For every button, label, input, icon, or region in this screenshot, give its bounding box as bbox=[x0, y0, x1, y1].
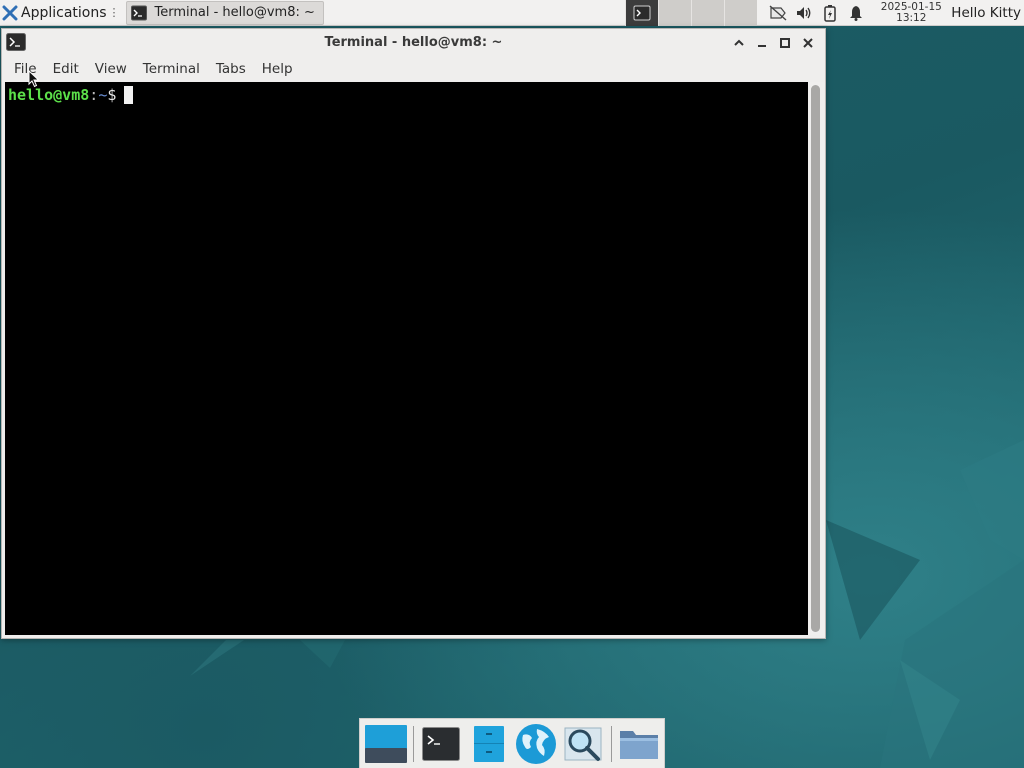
terminal-output-area[interactable]: hello@vm8:~$ bbox=[5, 82, 808, 635]
window-menubar: File Edit View Terminal Tabs Help bbox=[2, 56, 825, 82]
clock-date: 2025-01-15 bbox=[880, 0, 942, 13]
file-manager-icon bbox=[473, 725, 504, 762]
workspace-2-button[interactable] bbox=[658, 0, 692, 26]
workspace-4-button[interactable] bbox=[724, 0, 758, 26]
chevron-up-icon bbox=[733, 39, 744, 46]
shade-button[interactable] bbox=[727, 34, 750, 52]
taskbar-window-button[interactable]: Terminal - hello@vm8: ~ bbox=[125, 0, 324, 25]
dock-folder[interactable] bbox=[616, 721, 662, 767]
clock[interactable]: 2025-01-15 13:12 bbox=[879, 0, 943, 24]
web-browser-icon bbox=[516, 723, 557, 764]
terminal-icon bbox=[633, 5, 651, 20]
menu-tabs[interactable]: Tabs bbox=[208, 56, 254, 82]
menu-view[interactable]: View bbox=[87, 56, 135, 82]
show-desktop-icon bbox=[364, 724, 407, 763]
bell-icon[interactable] bbox=[843, 0, 869, 26]
prompt-user-host: hello@vm8 bbox=[8, 86, 90, 104]
terminal-emulator-icon bbox=[421, 726, 460, 761]
window-controls bbox=[727, 34, 819, 52]
panel-separator-icon: ⋮ bbox=[108, 6, 120, 19]
dock-show-desktop[interactable] bbox=[363, 721, 409, 767]
maximize-icon bbox=[779, 38, 790, 48]
dock-app-finder[interactable] bbox=[561, 721, 607, 767]
workspace-switcher bbox=[625, 0, 758, 26]
dock-terminal[interactable] bbox=[418, 721, 464, 767]
menu-edit[interactable]: Edit bbox=[45, 56, 87, 82]
xfce-logo-icon bbox=[2, 5, 18, 20]
dock-web-browser[interactable] bbox=[513, 721, 559, 767]
bottom-dock bbox=[359, 718, 665, 768]
mouse-pointer-icon bbox=[28, 70, 40, 88]
maximize-button[interactable] bbox=[773, 34, 796, 52]
close-icon bbox=[802, 38, 813, 48]
applications-menu-button[interactable]: Applications ⋮ bbox=[0, 0, 123, 26]
scrollbar-thumb[interactable] bbox=[811, 85, 820, 632]
battery-icon[interactable] bbox=[817, 0, 843, 26]
window-title: Terminal - hello@vm8: ~ bbox=[324, 35, 503, 50]
text-cursor bbox=[124, 86, 134, 104]
menu-terminal[interactable]: Terminal bbox=[135, 56, 208, 82]
folder-icon bbox=[620, 730, 659, 759]
app-finder-icon bbox=[564, 727, 602, 761]
user-menu-button[interactable]: Hello Kitty bbox=[951, 5, 1024, 21]
terminal-window: Terminal - hello@vm8: ~ File Edit View T… bbox=[1, 28, 826, 639]
dock-separator bbox=[412, 725, 414, 762]
minimize-icon bbox=[757, 45, 766, 47]
shell-prompt: hello@vm8:~$ bbox=[8, 86, 134, 104]
workspace-1-button[interactable] bbox=[625, 0, 659, 26]
prompt-symbol: $ bbox=[107, 86, 117, 104]
menu-help[interactable]: Help bbox=[254, 56, 301, 82]
dock-file-manager[interactable] bbox=[466, 721, 512, 767]
volume-icon[interactable] bbox=[791, 0, 817, 26]
terminal-icon bbox=[130, 5, 147, 20]
network-icon[interactable] bbox=[765, 0, 791, 26]
close-button[interactable] bbox=[796, 34, 819, 52]
prompt-path: ~ bbox=[98, 86, 108, 104]
window-titlebar[interactable]: Terminal - hello@vm8: ~ bbox=[2, 29, 825, 56]
workspace-3-button[interactable] bbox=[691, 0, 725, 26]
terminal-scrollbar[interactable] bbox=[808, 82, 824, 635]
clock-time: 13:12 bbox=[896, 11, 927, 24]
system-tray bbox=[765, 0, 869, 26]
minimize-button[interactable] bbox=[750, 34, 773, 52]
top-panel: Applications ⋮ Terminal - hello@vm8: ~ 2… bbox=[0, 0, 1024, 26]
applications-label: Applications bbox=[21, 4, 107, 21]
taskbar-window-label: Terminal - hello@vm8: ~ bbox=[154, 5, 315, 20]
dock-separator bbox=[611, 725, 613, 762]
prompt-separator: : bbox=[89, 86, 99, 104]
